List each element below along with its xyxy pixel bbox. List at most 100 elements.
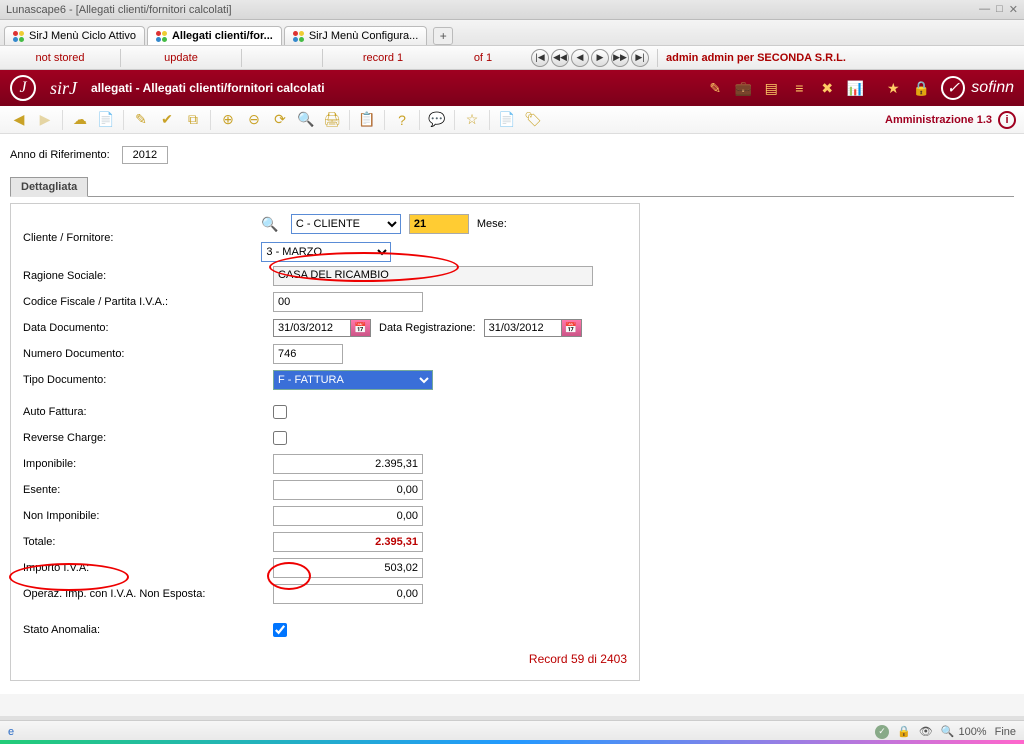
- tag-icon[interactable]: 🏷: [522, 109, 544, 131]
- calendar-icon[interactable]: 📅: [350, 320, 370, 336]
- tab-label: Allegati clienti/for...: [172, 30, 273, 42]
- cloud-icon[interactable]: ☁: [69, 109, 91, 131]
- totale-label: Totale:: [23, 536, 273, 548]
- esente-value: [273, 480, 423, 500]
- ragione-value: CASA DEL RICAMBIO: [273, 266, 593, 286]
- main-toolbar: ◀ ▶ ☁ 📄 ✎ ✔ ⧉ ⊕ ⊖ ⟳ 🔍 🖨 📋 ? 💬 ☆ 📄 🏷 Ammi…: [0, 106, 1024, 134]
- reverse-checkbox[interactable]: [273, 431, 287, 445]
- zoom-icon: 🔍: [941, 725, 955, 738]
- app-logo-icon: J: [10, 75, 36, 101]
- main-content: Anno di Riferimento: 2012 Dettagliata Cl…: [0, 134, 1024, 694]
- help-icon[interactable]: ?: [391, 109, 413, 131]
- mese-select[interactable]: 3 - MARZO: [261, 242, 391, 262]
- briefcase-icon[interactable]: 💼: [733, 78, 753, 98]
- chart-icon[interactable]: 📊: [845, 78, 865, 98]
- app-brand: sirJ: [50, 78, 77, 99]
- forward-icon[interactable]: ▶: [34, 109, 56, 131]
- auto-fattura-checkbox[interactable]: [273, 405, 287, 419]
- admin-user-label: admin admin per SECONDA S.R.L.: [658, 52, 846, 64]
- close-icon[interactable]: ✕: [1009, 3, 1018, 16]
- nav-fastback-icon[interactable]: ◀◀: [551, 49, 569, 67]
- imponibile-label: Imponibile:: [23, 458, 273, 470]
- sofinn-brand: ✓ sofinn: [941, 76, 1014, 100]
- data-reg-field[interactable]: 📅: [484, 319, 582, 337]
- num-doc-label: Numero Documento:: [23, 348, 273, 360]
- breadcrumb: allegati - Allegati clienti/fornitori ca…: [91, 81, 325, 95]
- cliente-fornitore-select[interactable]: C - CLIENTE: [291, 214, 401, 234]
- calendar-icon[interactable]: 📅: [561, 320, 581, 336]
- doc-icon[interactable]: 📄: [95, 109, 117, 131]
- importo-iva-label: Importo I.V.A:: [23, 562, 273, 574]
- esente-label: Esente:: [23, 484, 273, 496]
- maximize-icon[interactable]: □: [996, 3, 1003, 16]
- info-icon[interactable]: i: [998, 111, 1016, 129]
- auto-fattura-label: Auto Fattura:: [23, 406, 273, 418]
- cfiva-label: Codice Fiscale / Partita I.V.A.:: [23, 296, 273, 308]
- form-icon[interactable]: 📋: [356, 109, 378, 131]
- browser-tab-ciclo[interactable]: SirJ Menù Ciclo Attivo: [4, 26, 145, 45]
- cfiva-input[interactable]: [273, 292, 423, 312]
- stato-anomalia-label: Stato Anomalia:: [23, 624, 273, 636]
- taskbar-edge: [0, 740, 1024, 744]
- nav-next-icon[interactable]: ▶: [591, 49, 609, 67]
- cliente-code-input[interactable]: [409, 214, 469, 234]
- data-doc-field[interactable]: 📅: [273, 319, 371, 337]
- tipo-doc-select[interactable]: F - FATTURA: [273, 370, 433, 390]
- pen-icon[interactable]: ✎: [705, 78, 725, 98]
- print-icon[interactable]: 🖨: [321, 109, 343, 131]
- reverse-label: Reverse Charge:: [23, 432, 273, 444]
- ie-icon: e: [8, 726, 28, 738]
- page-icon[interactable]: 📄: [496, 109, 518, 131]
- stato-anomalia-checkbox[interactable]: [273, 623, 287, 637]
- importo-iva-value: [273, 558, 423, 578]
- copy-icon[interactable]: ⧉: [182, 109, 204, 131]
- minimize-icon[interactable]: —: [979, 3, 990, 16]
- non-imp-label: Non Imponibile:: [23, 510, 273, 522]
- browser-status-bar: e ✓ 🔒 👁 🔍 100% Fine: [0, 720, 1024, 742]
- browser-tab-configura[interactable]: SirJ Menù Configura...: [284, 26, 427, 45]
- favorite-icon[interactable]: ☆: [461, 109, 483, 131]
- totale-value: [273, 532, 423, 552]
- mese-label: Mese:: [477, 218, 507, 230]
- data-reg-label: Data Registrazione:: [379, 322, 476, 334]
- status-of: of 1: [443, 52, 523, 64]
- anno-value: 2012: [122, 146, 168, 164]
- zoom-in-icon[interactable]: ⊕: [217, 109, 239, 131]
- nav-prev-icon[interactable]: ◀: [571, 49, 589, 67]
- tab-dettagliata[interactable]: Dettagliata: [10, 177, 88, 197]
- edit-icon[interactable]: ✎: [130, 109, 152, 131]
- cliente-fornitore-label: Cliente / Fornitore:: [23, 232, 261, 244]
- page-status: Fine: [995, 726, 1016, 738]
- nav-fastfwd-icon[interactable]: ▶▶: [611, 49, 629, 67]
- app-header: J sirJ allegati - Allegati clienti/forni…: [0, 70, 1024, 106]
- chat-icon[interactable]: 💬: [426, 109, 448, 131]
- imponibile-value: [273, 454, 423, 474]
- browser-tabbar: SirJ Menù Ciclo Attivo Allegati clienti/…: [0, 20, 1024, 46]
- check-icon[interactable]: ✔: [156, 109, 178, 131]
- eye-icon: 👁: [919, 725, 933, 738]
- browser-tab-allegati[interactable]: Allegati clienti/for...: [147, 26, 282, 45]
- num-doc-input[interactable]: [273, 344, 343, 364]
- lock-icon[interactable]: 🔒: [911, 78, 931, 98]
- add-tab-button[interactable]: +: [433, 27, 453, 45]
- list-icon[interactable]: ≡: [789, 78, 809, 98]
- record-status-bar: not stored update record 1 of 1 |◀ ◀◀ ◀ …: [0, 46, 1024, 70]
- refresh-icon[interactable]: ⟳: [269, 109, 291, 131]
- non-imp-value: [273, 506, 423, 526]
- star-icon[interactable]: ★: [883, 78, 903, 98]
- status-record: record 1: [323, 52, 443, 64]
- tipo-doc-label: Tipo Documento:: [23, 374, 273, 386]
- admin-version-label: Amministrazione 1.3: [885, 114, 992, 126]
- nav-first-icon[interactable]: |◀: [531, 49, 549, 67]
- zoom-control[interactable]: 🔍 100%: [941, 725, 987, 738]
- calc-icon[interactable]: ▤: [761, 78, 781, 98]
- lookup-icon[interactable]: 🔍: [261, 216, 282, 233]
- zoom-out-icon[interactable]: ⊖: [243, 109, 265, 131]
- search-icon[interactable]: 🔍: [295, 109, 317, 131]
- nav-last-icon[interactable]: ▶|: [631, 49, 649, 67]
- back-icon[interactable]: ◀: [8, 109, 30, 131]
- detail-panel: Cliente / Fornitore: 🔍 C - CLIENTE Mese:…: [10, 203, 640, 681]
- zoom-value: 100%: [958, 726, 986, 738]
- window-controls: — □ ✕: [979, 3, 1018, 16]
- tools-icon[interactable]: ✖: [817, 78, 837, 98]
